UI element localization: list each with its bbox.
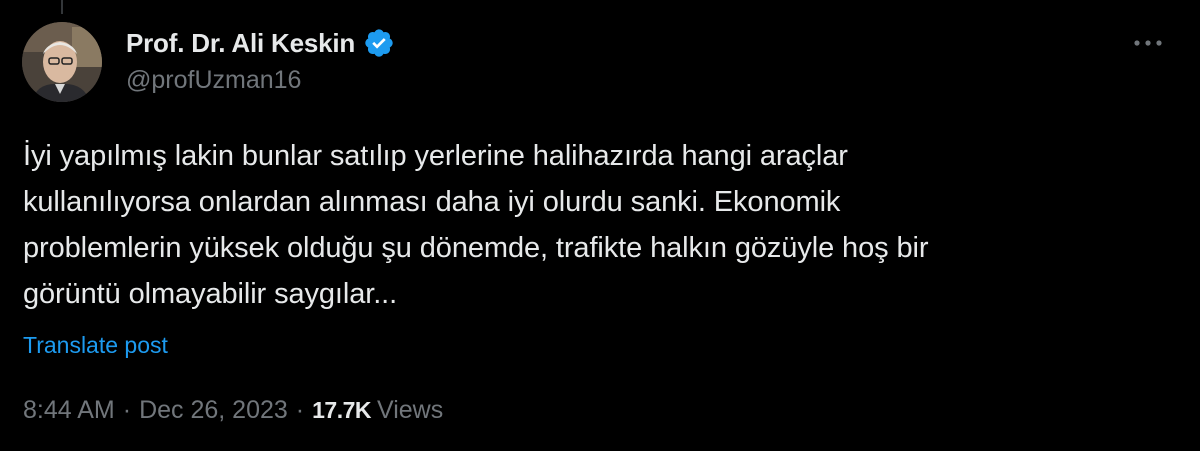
more-horizontal-icon: [1134, 40, 1162, 46]
tweet-text-line: problemlerin yüksek olduğu şu dönemde, t…: [23, 232, 929, 264]
avatar[interactable]: [22, 22, 102, 102]
avatar-image: [22, 22, 102, 102]
tweet-text-line: İyi yapılmış lakin bunlar satılıp yerler…: [23, 140, 848, 172]
views-label[interactable]: Views: [377, 396, 443, 425]
meta-separator: ·: [295, 396, 305, 424]
tweet-text: İyi yapılmış lakin bunlar satılıp yerler…: [23, 133, 1163, 317]
tweet-text-line: görüntü olmayabilir saygılar...: [23, 278, 398, 310]
author-display-name[interactable]: Prof. Dr. Ali Keskin: [126, 28, 355, 59]
more-options-button[interactable]: [1131, 28, 1165, 58]
tweet-meta: 8:44 AM · Dec 26, 2023 · 17.7K Views: [23, 396, 443, 425]
translate-post-link[interactable]: Translate post: [23, 332, 168, 359]
tweet-text-line: kullanılıyorsa onlardan alınması daha iy…: [23, 186, 841, 218]
tweet-date[interactable]: Dec 26, 2023: [139, 396, 288, 425]
author-name-row: Prof. Dr. Ali Keskin: [126, 24, 395, 62]
verified-badge-icon[interactable]: [363, 27, 395, 59]
meta-separator: ·: [122, 396, 132, 424]
tweet-time[interactable]: 8:44 AM: [23, 396, 115, 425]
author-handle[interactable]: @profUzman16: [126, 66, 301, 95]
views-count[interactable]: 17.7K: [312, 397, 371, 424]
thread-connector-line: [61, 0, 63, 14]
